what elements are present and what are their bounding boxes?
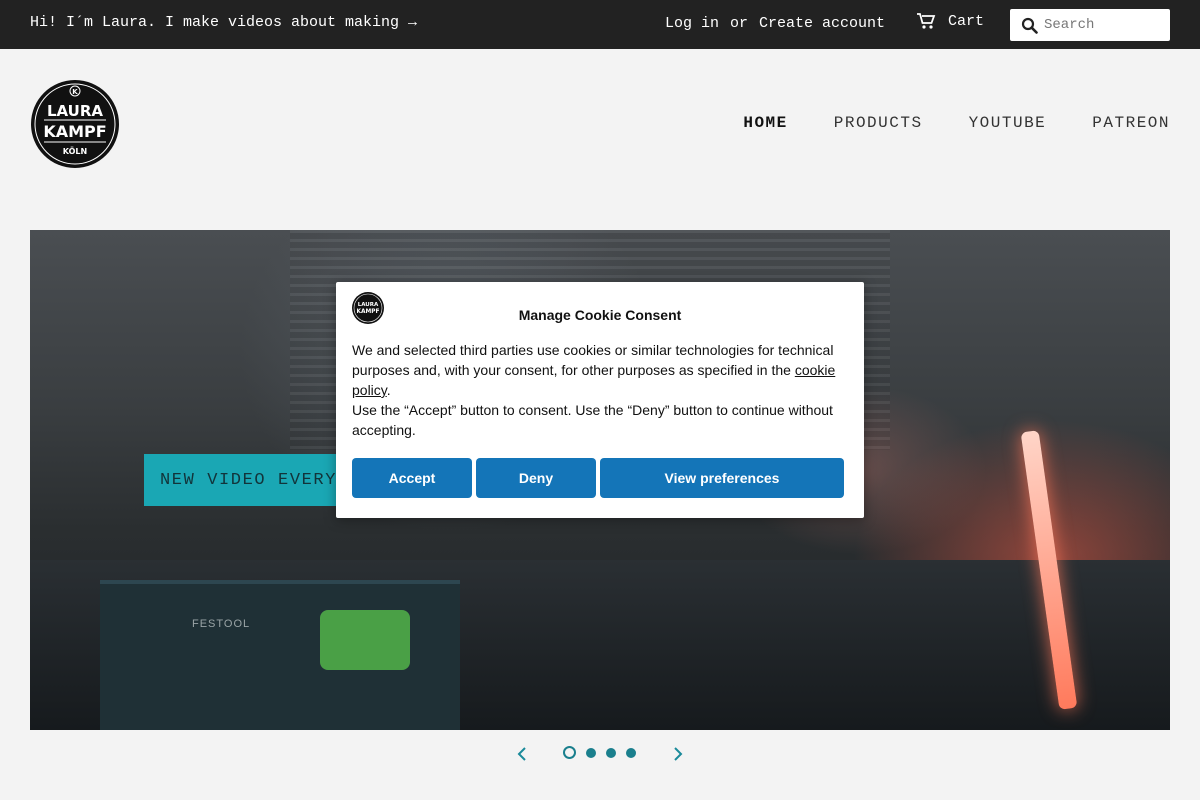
deny-button[interactable]: Deny: [476, 458, 596, 498]
cookie-dialog-title: Manage Cookie Consent: [518, 307, 682, 323]
login-link[interactable]: Log in: [665, 15, 719, 32]
hero-image-green-handle: [320, 610, 410, 670]
search-box: [1010, 9, 1170, 41]
logo-line2: KAMPF: [43, 122, 106, 141]
or-text: or: [730, 15, 749, 32]
nav-youtube[interactable]: YOUTUBE: [969, 114, 1047, 132]
cart-link[interactable]: Cart: [916, 12, 984, 30]
slider-dot-2[interactable]: [586, 747, 596, 758]
slider-controls: [0, 744, 1200, 764]
cookie-body-instructions: Use the “Accept” button to consent. Use …: [352, 402, 833, 438]
nav-home[interactable]: HOME: [743, 114, 787, 132]
slider-dots: [563, 746, 636, 759]
slider-dot-4[interactable]: [626, 747, 636, 758]
account-links: Log in or Create account: [665, 15, 885, 32]
main-nav: HOME PRODUCTS YOUTUBE PATREON: [743, 114, 1170, 132]
view-preferences-button[interactable]: View preferences: [600, 458, 844, 498]
announcement-bar: Hi! I´m Laura. I make videos about makin…: [0, 0, 1200, 49]
cookie-body-period: .: [386, 382, 391, 398]
chevron-right-icon[interactable]: [670, 744, 686, 764]
create-account-link[interactable]: Create account: [759, 15, 885, 32]
search-icon[interactable]: [1014, 9, 1044, 41]
search-input[interactable]: [1044, 17, 1164, 33]
slider-dot-3[interactable]: [606, 747, 616, 758]
slider-dot-1[interactable]: [563, 746, 576, 759]
logo-line3: KÖLN: [63, 146, 87, 156]
logo-top-letter: K: [72, 88, 78, 96]
cart-icon: [917, 13, 936, 29]
cookie-consent-dialog: LAURA KAMPF Manage Cookie Consent We and…: [336, 282, 864, 518]
hero-image-brand: FESTOOL: [192, 618, 251, 630]
announcement-link[interactable]: Hi! I´m Laura. I make videos about makin…: [30, 14, 417, 31]
cart-label: Cart: [948, 12, 985, 30]
hero-caption[interactable]: NEW VIDEO EVERY: [144, 454, 354, 506]
nav-products[interactable]: PRODUCTS: [834, 114, 923, 132]
cookie-body-text: We and selected third parties use cookie…: [352, 342, 834, 378]
accept-button[interactable]: Accept: [352, 458, 472, 498]
site-logo[interactable]: K LAURA KAMPF KÖLN: [30, 79, 120, 169]
cookie-buttons: Accept Deny View preferences: [352, 458, 844, 498]
nav-patreon[interactable]: PATREON: [1092, 114, 1170, 132]
chevron-left-icon[interactable]: [514, 744, 530, 764]
cookie-dialog-body: We and selected third parties use cookie…: [352, 340, 848, 440]
logo-line1: LAURA: [47, 102, 103, 120]
